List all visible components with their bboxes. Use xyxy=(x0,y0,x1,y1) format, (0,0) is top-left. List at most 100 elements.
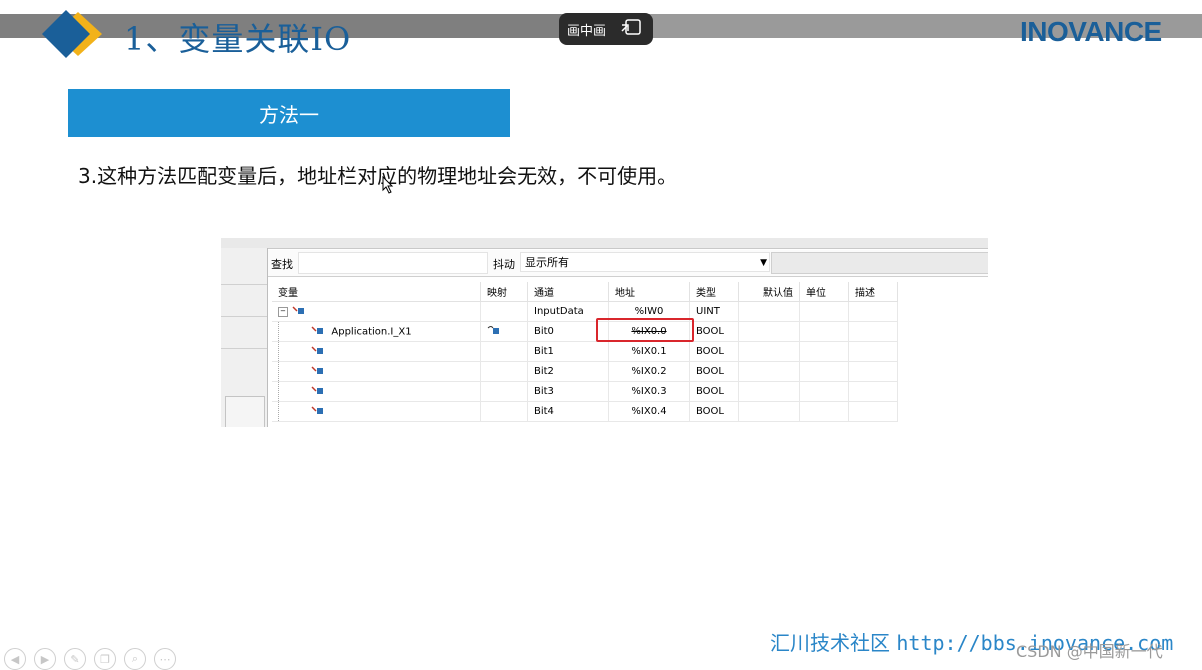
default-cell[interactable] xyxy=(738,361,800,382)
tree-guide xyxy=(278,402,307,421)
mapping-icon xyxy=(487,326,501,339)
column-header-description[interactable]: 描述 xyxy=(848,282,898,302)
io-channel-icon xyxy=(310,384,324,399)
io-channel-icon xyxy=(291,304,305,319)
pip-label: 画中画 xyxy=(567,23,607,39)
unit-cell[interactable] xyxy=(799,321,849,342)
variable-name: Application.I_X1 xyxy=(331,326,412,338)
description-cell[interactable] xyxy=(848,361,898,382)
mapping-cell[interactable] xyxy=(480,341,528,362)
table-row[interactable]: Bit3 %IX0.3 BOOL xyxy=(272,381,898,402)
mapping-cell[interactable] xyxy=(480,401,528,422)
column-header-default[interactable]: 默认值 xyxy=(738,282,800,302)
io-channel-icon xyxy=(310,324,324,339)
description-cell[interactable] xyxy=(848,321,898,342)
left-panel xyxy=(221,248,268,427)
description-cell[interactable] xyxy=(848,381,898,402)
column-header-channel[interactable]: 通道 xyxy=(527,282,609,302)
channel-cell: Bit3 xyxy=(527,381,609,402)
footer-community-label: 汇川技术社区 xyxy=(770,631,890,655)
mapping-cell[interactable] xyxy=(480,381,528,402)
default-cell[interactable] xyxy=(738,321,800,342)
mouse-cursor-icon xyxy=(382,175,394,198)
search-input[interactable] xyxy=(298,252,488,274)
table-header-row: 变量 映射 通道 地址 类型 默认值 单位 描述 xyxy=(272,282,898,302)
table-row[interactable]: Application.I_X1 Bit0 %IX0.0 BOOL xyxy=(272,321,898,342)
table-row[interactable]: Bit2 %IX0.2 BOOL xyxy=(272,361,898,382)
channel-cell: Bit1 xyxy=(527,341,609,362)
unit-cell[interactable] xyxy=(799,341,849,362)
address-highlight-box xyxy=(596,318,694,342)
filter-value: 显示所有 xyxy=(525,256,569,269)
address-cell: %IX0.3 xyxy=(608,381,690,402)
unit-cell[interactable] xyxy=(799,301,849,322)
column-header-mapping[interactable]: 映射 xyxy=(480,282,528,302)
channel-cell: Bit4 xyxy=(527,401,609,422)
search-label: 查找 xyxy=(271,258,293,271)
table-row[interactable]: − InputData %IW0 UINT xyxy=(272,301,898,322)
column-header-variable[interactable]: 变量 xyxy=(272,282,481,302)
table-row[interactable]: Bit4 %IX0.4 BOOL xyxy=(272,401,898,422)
unit-cell[interactable] xyxy=(799,361,849,382)
screenshot-toolbar xyxy=(221,238,988,249)
left-panel-divider xyxy=(221,284,267,285)
address-cell: %IX0.1 xyxy=(608,341,690,362)
channel-cell: Bit2 xyxy=(527,361,609,382)
column-header-unit[interactable]: 单位 xyxy=(799,282,849,302)
pip-icon xyxy=(621,19,641,39)
variable-cell[interactable] xyxy=(272,361,481,382)
io-channel-icon xyxy=(310,344,324,359)
left-panel-box xyxy=(225,396,265,427)
page-title: 1、变量关联IO xyxy=(124,20,352,58)
unit-cell[interactable] xyxy=(799,381,849,402)
default-cell[interactable] xyxy=(738,301,800,322)
unit-cell[interactable] xyxy=(799,401,849,422)
mapping-cell[interactable] xyxy=(480,361,528,382)
type-cell: UINT xyxy=(689,301,739,322)
filter-extra-field[interactable] xyxy=(771,252,988,274)
column-header-type[interactable]: 类型 xyxy=(689,282,739,302)
column-header-address[interactable]: 地址 xyxy=(608,282,690,302)
address-cell: %IX0.2 xyxy=(608,361,690,382)
body-text: 3.这种方法匹配变量后，地址栏对应的物理地址会无效，不可使用。 xyxy=(78,164,678,188)
io-mapping-table: 变量 映射 通道 地址 类型 默认值 单位 描述 − InputData %IW… xyxy=(272,282,898,422)
logo-diamond-icon xyxy=(40,8,106,60)
variable-cell[interactable] xyxy=(272,401,481,422)
description-cell[interactable] xyxy=(848,301,898,322)
description-cell[interactable] xyxy=(848,401,898,422)
variable-cell[interactable] xyxy=(272,341,481,362)
tree-guide xyxy=(278,342,307,361)
variable-cell[interactable]: Application.I_X1 xyxy=(272,321,481,342)
variable-cell[interactable] xyxy=(272,381,481,402)
variable-cell[interactable]: − xyxy=(272,301,481,322)
watermark: CSDN @中国新一代 xyxy=(1016,642,1163,661)
tree-guide xyxy=(278,362,307,381)
search-bar: 查找 抖动 显示所有 ▼ xyxy=(268,250,988,277)
type-cell: BOOL xyxy=(689,361,739,382)
filter-select[interactable]: 显示所有 ▼ xyxy=(520,252,770,272)
io-channel-icon xyxy=(310,364,324,379)
default-cell[interactable] xyxy=(738,341,800,362)
picture-in-picture-button[interactable]: 画中画 xyxy=(559,13,653,45)
type-cell: BOOL xyxy=(689,321,739,342)
table-row[interactable]: Bit1 %IX0.1 BOOL xyxy=(272,341,898,362)
address-cell: %IX0.4 xyxy=(608,401,690,422)
tree-guide xyxy=(278,382,307,401)
type-cell: BOOL xyxy=(689,341,739,362)
method-banner: 方法一 xyxy=(68,89,510,137)
left-panel-divider xyxy=(221,348,267,349)
brand-logo: INOVANCE xyxy=(1020,16,1162,47)
mapping-cell[interactable] xyxy=(480,301,528,322)
type-cell: BOOL xyxy=(689,381,739,402)
filter-label: 抖动 xyxy=(493,258,515,271)
tree-guide xyxy=(278,322,307,341)
description-cell[interactable] xyxy=(848,341,898,362)
dropdown-arrow-icon[interactable]: ▼ xyxy=(760,253,767,273)
type-cell: BOOL xyxy=(689,401,739,422)
collapse-icon[interactable]: − xyxy=(278,306,288,317)
io-channel-icon xyxy=(310,404,324,419)
default-cell[interactable] xyxy=(738,401,800,422)
mapping-cell[interactable] xyxy=(480,321,528,342)
left-panel-divider xyxy=(221,316,267,317)
default-cell[interactable] xyxy=(738,381,800,402)
